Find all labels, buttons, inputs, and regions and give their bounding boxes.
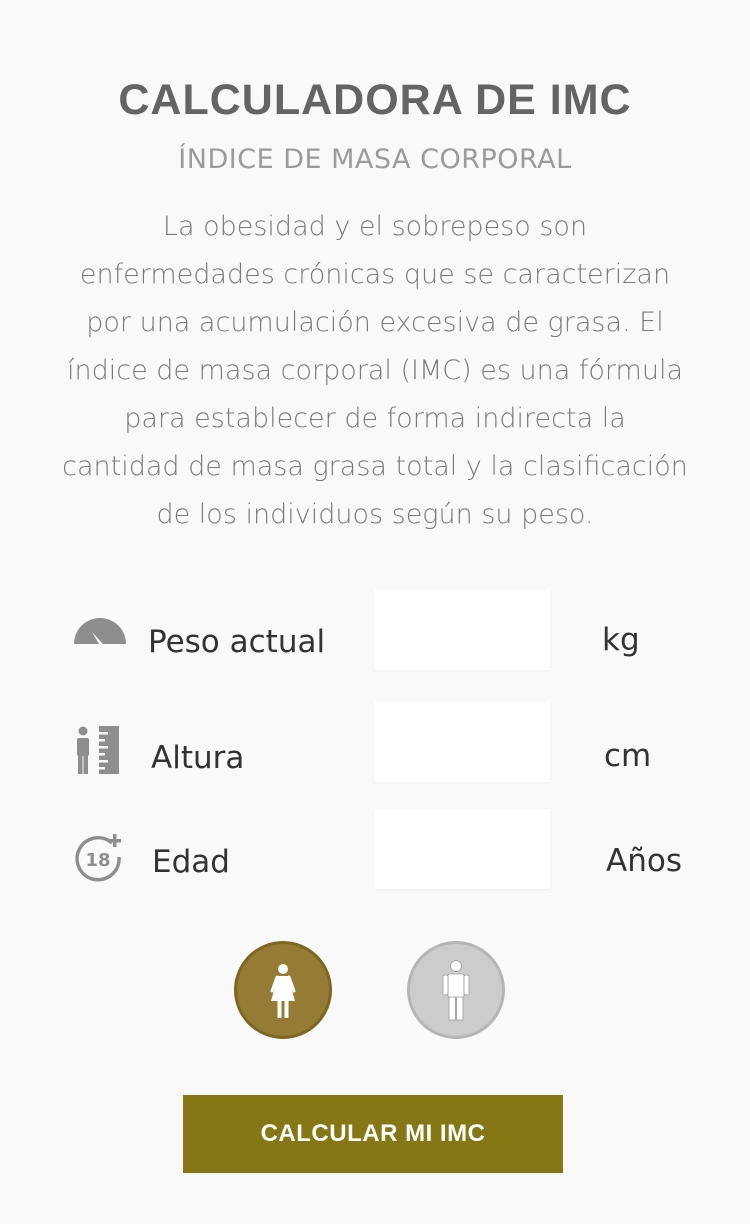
age-18-plus-icon: 18	[74, 833, 130, 889]
gender-female-button[interactable]	[234, 941, 332, 1039]
height-ruler-icon	[75, 726, 131, 782]
age-row: 18 Edad Años	[0, 809, 750, 889]
page-title: CALCULADORA DE IMC	[118, 76, 632, 124]
page-subtitle: ÍNDICE DE MASA CORPORAL	[178, 144, 572, 175]
female-person-icon	[270, 964, 296, 1018]
height-unit: cm	[604, 738, 652, 774]
description-line: enfermedades crónicas que se caracteriza…	[79, 259, 671, 290]
age-label: Edad	[152, 844, 230, 880]
weight-unit: kg	[602, 622, 640, 658]
gauge-icon	[72, 618, 128, 674]
height-label: Altura	[151, 740, 245, 776]
description-line: índice de masa corporal (IMC) es una fór…	[66, 355, 683, 386]
age-unit: Años	[606, 843, 682, 879]
gender-male-button[interactable]	[407, 941, 505, 1039]
weight-input[interactable]	[374, 590, 550, 670]
svg-text:18: 18	[85, 850, 110, 871]
description-line: por una acumulación excesiva de grasa. E…	[86, 307, 664, 338]
weight-row: Peso actual kg	[0, 590, 750, 670]
description-line: La obesidad y el sobrepeso son	[162, 211, 588, 242]
description-line: para establecer de forma indirecta la	[124, 403, 626, 434]
description-line: de los individuos según su peso.	[156, 499, 594, 530]
description-line: cantidad de masa grasa total y la clasif…	[62, 451, 688, 482]
age-input[interactable]	[374, 809, 550, 889]
calculate-bmi-button[interactable]: CALCULAR MI IMC	[183, 1095, 563, 1173]
weight-label: Peso actual	[148, 624, 326, 660]
description: La obesidad y el sobrepeso son enfermeda…	[30, 203, 720, 539]
male-person-icon	[442, 960, 470, 1021]
height-row: Altura cm	[0, 702, 750, 782]
height-input[interactable]	[374, 702, 550, 782]
